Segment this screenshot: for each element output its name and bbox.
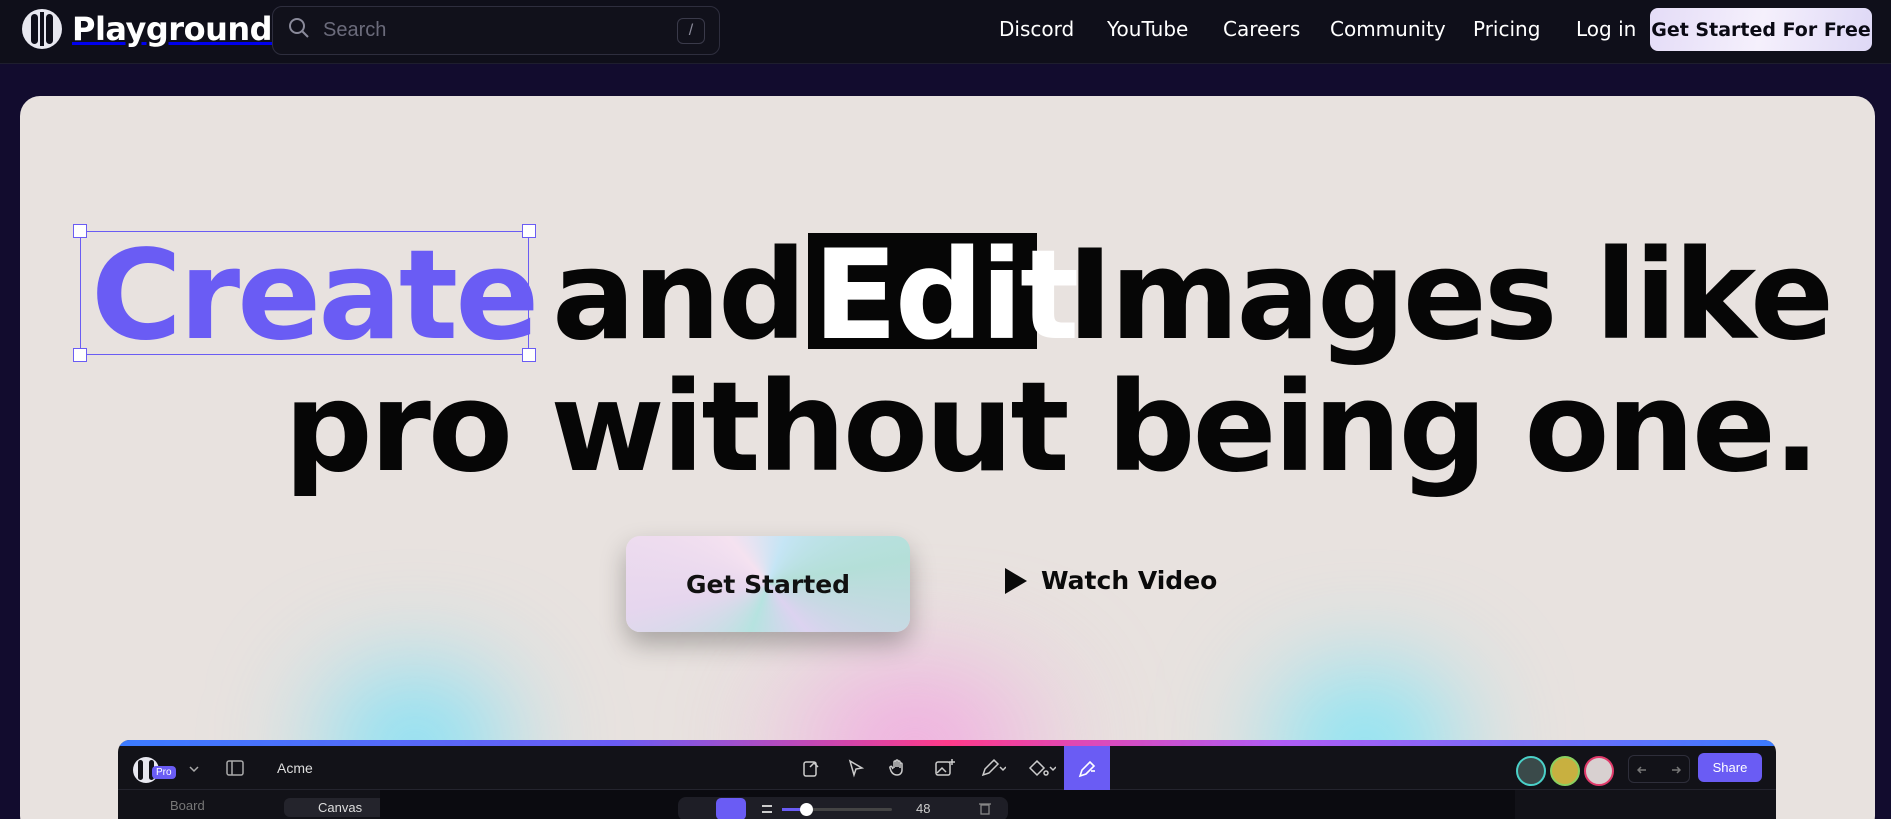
sidebar-toggle-icon[interactable]	[226, 760, 244, 781]
nav-youtube[interactable]: YouTube	[1107, 17, 1188, 41]
nav-discord[interactable]: Discord	[999, 17, 1074, 41]
pen-tool-icon[interactable]	[980, 758, 1007, 783]
headline-word-create: Create	[91, 224, 539, 368]
undo-icon[interactable]	[1637, 763, 1651, 777]
play-icon	[1005, 567, 1027, 594]
nav-login[interactable]: Log in	[1576, 17, 1636, 41]
selection-handle-bottom-left[interactable]	[73, 348, 87, 362]
tab-board[interactable]: Board	[170, 798, 205, 813]
headline-word-and: and	[552, 224, 807, 368]
get-started-button[interactable]: Get Started	[626, 536, 910, 632]
nav-community[interactable]: Community	[1330, 17, 1446, 41]
pro-badge: Pro	[152, 766, 176, 779]
nav-careers[interactable]: Careers	[1223, 17, 1300, 41]
watch-video-label: Watch Video	[1041, 566, 1218, 595]
avatar[interactable]	[1584, 756, 1614, 786]
brand-name: Playground	[72, 10, 273, 48]
get-started-free-button[interactable]: Get Started For Free	[1650, 8, 1872, 51]
floating-toolbar: 48	[678, 797, 1008, 819]
import-icon[interactable]	[802, 758, 822, 783]
search-box[interactable]: /	[272, 6, 720, 55]
app-preview: Pro Acme Share Board Canvas 48	[118, 740, 1776, 819]
fill-tool-icon[interactable]	[1026, 758, 1057, 783]
headline-rest-line1: Images like a	[1067, 224, 1875, 368]
logo-icon	[22, 9, 62, 49]
trash-icon[interactable]	[978, 801, 992, 819]
share-button[interactable]: Share	[1698, 753, 1762, 782]
chevron-down-icon[interactable]	[188, 762, 200, 780]
undo-redo-group	[1628, 755, 1690, 783]
watch-video-button[interactable]: Watch Video	[1005, 566, 1217, 595]
avatar[interactable]	[1550, 756, 1580, 786]
redo-icon[interactable]	[1667, 763, 1681, 777]
selection-handle-top-left[interactable]	[73, 224, 87, 238]
hero-section: Create and Edit Images like a pro withou…	[20, 96, 1875, 819]
brush-size-value: 48	[916, 801, 931, 816]
app-toolbar: Pro Acme Share	[118, 746, 1776, 792]
hand-tool-icon[interactable]	[888, 758, 908, 783]
headline-word-edit: Edit	[813, 224, 1079, 368]
add-image-icon[interactable]	[934, 758, 956, 783]
active-tool-magic-edit[interactable]	[1064, 746, 1110, 792]
headline-line2: pro without being one.	[284, 356, 1820, 500]
brand-logo[interactable]: Playground	[22, 9, 273, 49]
workspace-name[interactable]: Acme	[277, 760, 313, 776]
nav-pricing[interactable]: Pricing	[1473, 17, 1540, 41]
select-tool-icon[interactable]	[846, 758, 866, 783]
search-shortcut-key: /	[677, 18, 705, 44]
brush-tool-button[interactable]	[716, 798, 746, 819]
brush-size-slider[interactable]	[782, 803, 892, 816]
magic-pen-icon	[1078, 760, 1096, 778]
avatar[interactable]	[1516, 756, 1546, 786]
search-input[interactable]	[323, 19, 663, 42]
top-navigation-bar: Playground / Discord YouTube Careers Com…	[0, 0, 1891, 64]
search-icon	[287, 16, 311, 45]
menu-icon[interactable]	[762, 805, 772, 813]
